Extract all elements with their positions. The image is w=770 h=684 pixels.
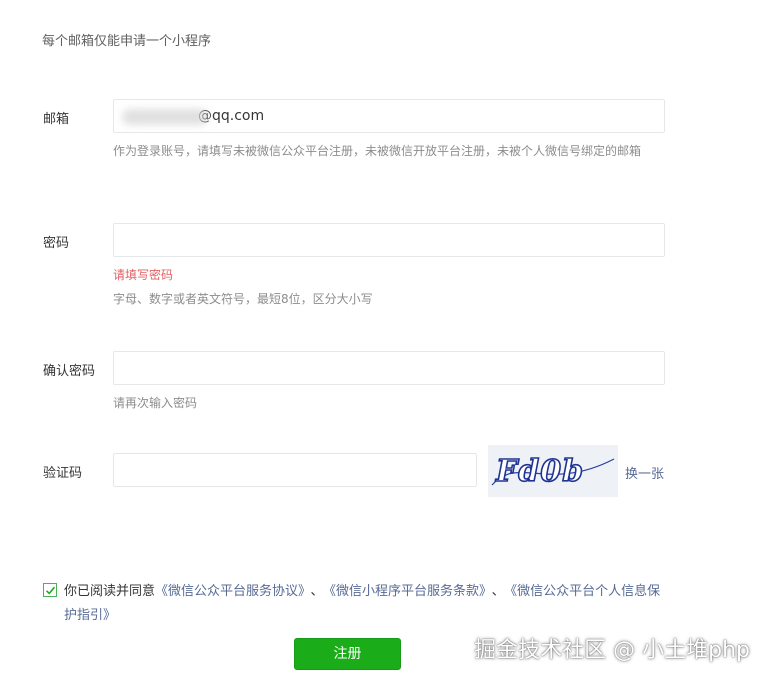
captcha-label: 验证码	[43, 466, 83, 481]
checkmark-icon	[45, 586, 56, 595]
email-redacted-blur	[122, 109, 208, 125]
captcha-image[interactable]: Fd0b	[488, 445, 618, 497]
password-field-wrapper	[113, 223, 665, 257]
email-label: 邮箱	[43, 112, 70, 127]
password-error: 请填写密码	[113, 268, 174, 282]
agreement-prefix: 你已阅读并同意	[64, 584, 156, 599]
password-input[interactable]	[114, 224, 664, 256]
captcha-graphic: Fd0b	[488, 445, 618, 497]
agreement-text: 你已阅读并同意《微信公众平台服务协议》、《微信小程序平台服务条款》、《微信公众平…	[64, 580, 663, 628]
confirm-password-hint: 请再次输入密码	[113, 396, 198, 410]
separator: 、	[310, 584, 324, 599]
confirm-password-label: 确认密码	[43, 364, 96, 379]
captcha-input[interactable]	[114, 454, 476, 486]
separator: 、	[491, 584, 505, 599]
captcha-text: Fd0b	[495, 454, 584, 489]
register-button[interactable]: 注册	[294, 638, 401, 670]
confirm-password-input[interactable]	[114, 352, 664, 384]
refresh-captcha-link[interactable]: 换一张	[625, 463, 664, 482]
watermark: 掘金技术社区 @ 小土堆php	[474, 638, 750, 663]
password-hint: 字母、数字或者英文符号，最短8位，区分大小写	[113, 292, 373, 306]
email-field-wrapper	[113, 99, 665, 133]
miniprogram-terms-link[interactable]: 《微信小程序平台服务条款》	[330, 584, 486, 599]
agreement: 你已阅读并同意《微信公众平台服务协议》、《微信小程序平台服务条款》、《微信公众平…	[43, 580, 663, 628]
notice-text: 每个邮箱仅能申请一个小程序	[42, 34, 212, 49]
agreement-checkbox[interactable]	[43, 583, 57, 597]
captcha-field-wrapper	[113, 453, 477, 487]
password-label: 密码	[43, 236, 70, 251]
email-hint: 作为登录账号，请填写未被微信公众平台注册，未被微信开放平台注册，未被个人微信号绑…	[113, 144, 642, 158]
confirm-password-field-wrapper	[113, 351, 665, 385]
service-agreement-link[interactable]: 《微信公众平台服务协议》	[155, 584, 305, 599]
